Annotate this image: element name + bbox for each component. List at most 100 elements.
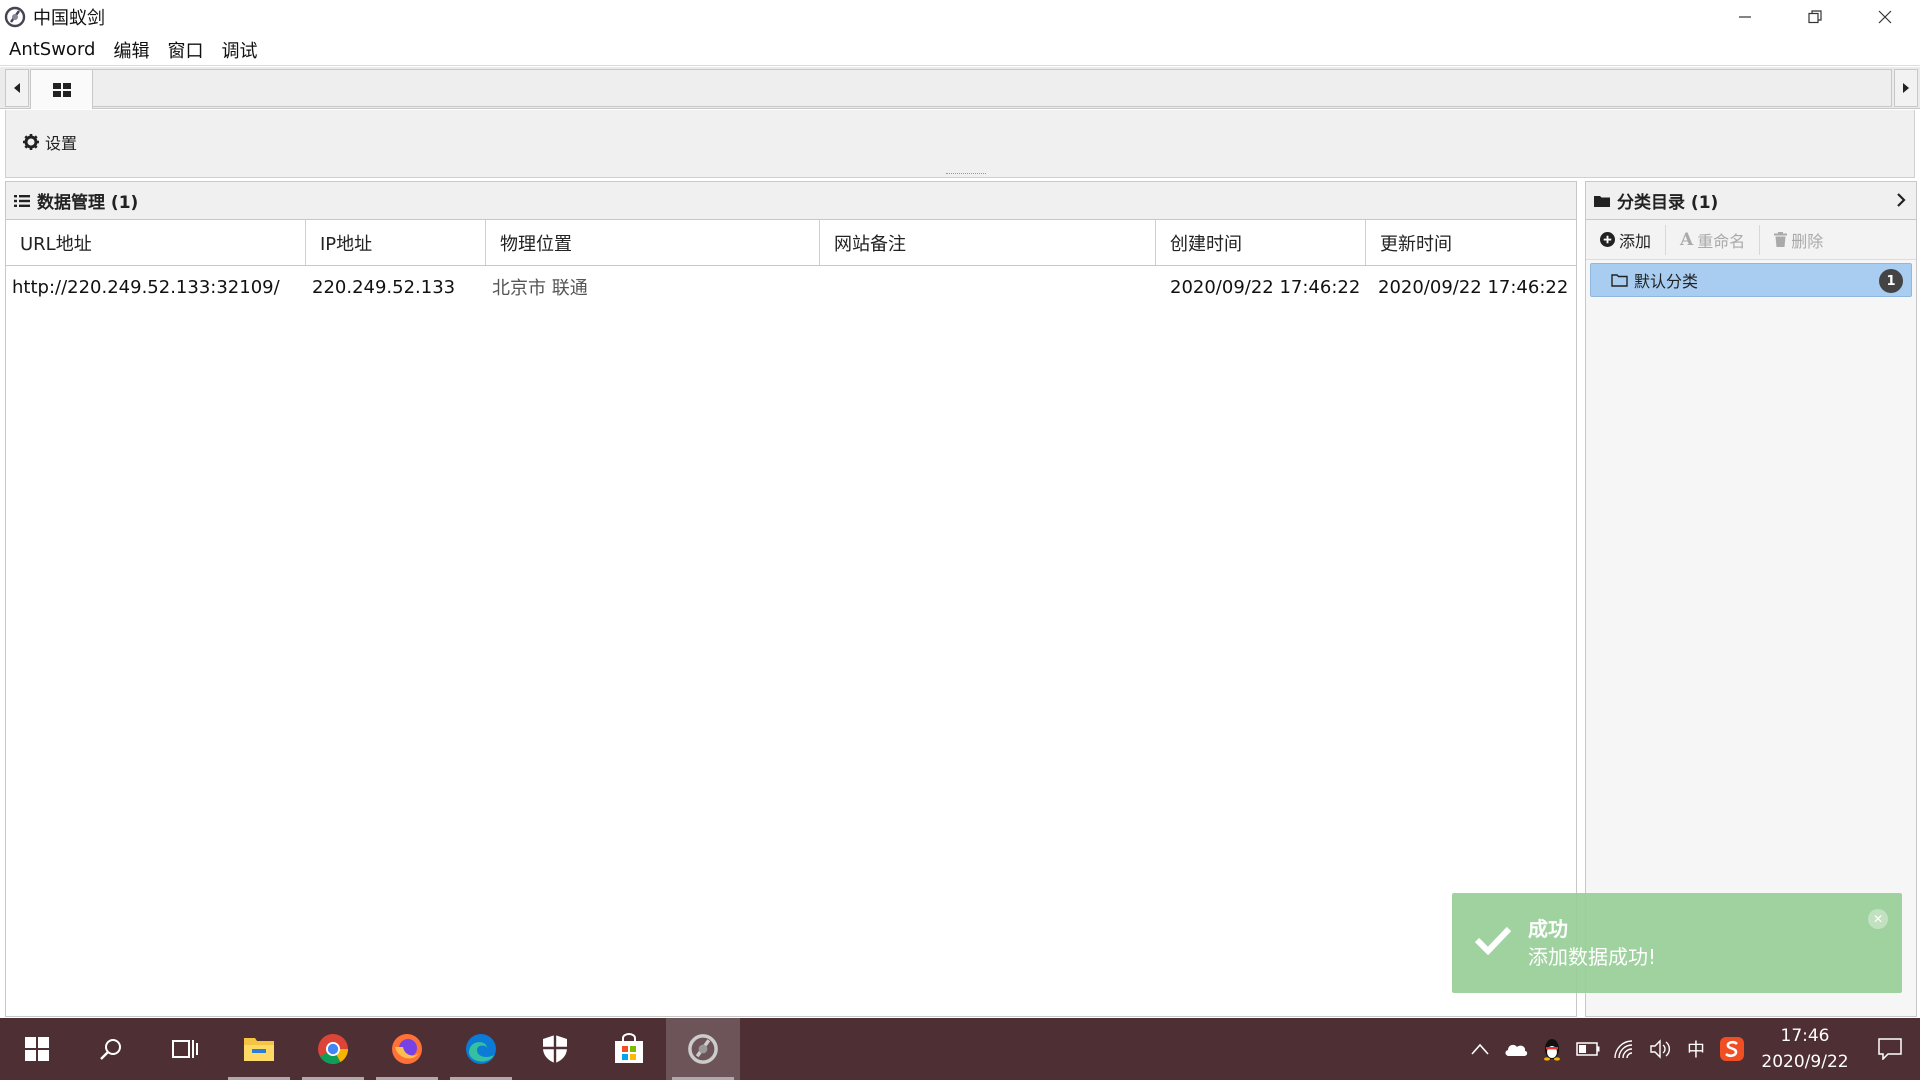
rename-category-label: 重命名	[1697, 231, 1746, 251]
window-controls	[1710, 0, 1920, 34]
check-icon	[1474, 926, 1512, 955]
list-icon	[14, 194, 30, 207]
taskbar-clock[interactable]: 17:46 2020/9/22	[1750, 1023, 1860, 1075]
tab-home[interactable]	[30, 69, 93, 109]
taskbar-security[interactable]	[518, 1018, 592, 1080]
category-toolbar: 添加 A 重命名 删除	[1586, 220, 1916, 260]
column-header-url[interactable]: URL地址	[6, 220, 306, 265]
action-center-button[interactable]	[1860, 1018, 1920, 1080]
cell-location: 北京市 联通	[492, 278, 588, 299]
taskbar-antsword[interactable]	[666, 1018, 740, 1080]
delete-category-button[interactable]: 删除	[1760, 225, 1837, 255]
tab-scroll-left-button[interactable]	[5, 69, 29, 107]
data-panel-header: 数据管理 (1)	[6, 182, 1576, 220]
antsword-logo-icon	[4, 6, 26, 28]
menu-edit[interactable]: 编辑	[104, 37, 158, 63]
plus-circle-icon	[1600, 232, 1615, 247]
toast-title: 成功	[1528, 917, 1568, 941]
minimize-icon	[1739, 16, 1751, 18]
task-view-button[interactable]	[148, 1018, 222, 1080]
notification-icon	[1878, 1038, 1902, 1060]
rename-category-button[interactable]: A 重命名	[1666, 224, 1761, 255]
font-icon: A	[1680, 229, 1694, 250]
column-header-created[interactable]: 创建时间	[1156, 220, 1366, 265]
window-title: 中国蚁剑	[33, 8, 105, 29]
category-panel: 分类目录 (1) 添加 A 重命名 删除 默认分类 1	[1585, 181, 1917, 1017]
folder-icon	[244, 1038, 274, 1061]
antsword-logo-icon	[688, 1034, 718, 1064]
add-category-label: 添加	[1619, 231, 1652, 251]
success-toast: 成功 添加数据成功! ✕	[1452, 893, 1902, 993]
title-bar: 中国蚁剑	[0, 0, 1920, 34]
menu-window[interactable]: 窗口	[158, 37, 212, 63]
category-item-label: 默认分类	[1634, 272, 1699, 291]
restore-icon	[1808, 10, 1822, 24]
tray-network[interactable]	[1606, 1018, 1642, 1080]
table-row[interactable]: http://220.249.52.133:32109/ 220.249.52.…	[6, 266, 1576, 308]
clock-date: 2020/9/22	[1761, 1052, 1849, 1072]
search-icon	[100, 1039, 121, 1060]
toast-close-button[interactable]: ✕	[1868, 909, 1888, 929]
tray-qq[interactable]	[1534, 1018, 1570, 1080]
menu-antsword[interactable]: AntSword	[0, 39, 104, 60]
cell-ip: 220.249.52.133	[312, 276, 456, 298]
wifi-icon	[1614, 1040, 1633, 1059]
taskbar-store[interactable]	[592, 1018, 666, 1080]
battery-icon	[1576, 1042, 1600, 1056]
tab-strip-empty-area	[93, 69, 1892, 107]
tab-scroll-right-button[interactable]	[1894, 69, 1918, 107]
taskbar-search-button[interactable]	[74, 1018, 148, 1080]
gear-icon	[23, 134, 39, 150]
minimize-button[interactable]	[1710, 0, 1780, 34]
taskbar-file-explorer[interactable]	[222, 1018, 296, 1080]
caret-left-icon	[14, 83, 20, 93]
shield-icon	[543, 1035, 567, 1063]
settings-label: 设置	[45, 134, 78, 153]
close-window-button[interactable]	[1850, 0, 1920, 34]
taskbar-edge[interactable]	[444, 1018, 518, 1080]
column-header-updated[interactable]: 更新时间	[1366, 220, 1576, 265]
settings-button[interactable]: 设置	[23, 130, 77, 154]
chevron-right-icon[interactable]	[1896, 193, 1906, 207]
menu-bar: AntSword 编辑 窗口 调试	[0, 34, 1920, 66]
cell-url: http://220.249.52.133:32109/	[12, 276, 280, 298]
clock-time: 17:46	[1780, 1026, 1830, 1046]
add-category-button[interactable]: 添加	[1586, 224, 1667, 255]
folder-icon	[1594, 195, 1610, 207]
chrome-icon	[318, 1034, 348, 1065]
category-item-default[interactable]: 默认分类 1	[1590, 263, 1912, 297]
chevron-up-icon	[1471, 1043, 1489, 1055]
resize-grip[interactable]	[946, 173, 986, 176]
taskbar: 中 17:46 2020/9/22	[0, 1018, 1920, 1080]
tray-sogou-ime[interactable]	[1714, 1018, 1750, 1080]
start-button[interactable]	[0, 1018, 74, 1080]
toast-message: 添加数据成功!	[1528, 945, 1657, 969]
trash-icon	[1774, 232, 1788, 247]
column-header-ip[interactable]: IP地址	[306, 220, 486, 265]
menu-debug[interactable]: 调试	[212, 37, 266, 63]
taskbar-firefox[interactable]	[370, 1018, 444, 1080]
category-panel-title: 分类目录 (1)	[1617, 193, 1719, 213]
cloud-icon	[1505, 1044, 1528, 1056]
tray-ime-indicator[interactable]: 中	[1678, 1018, 1714, 1080]
settings-toolbar: 设置	[5, 110, 1915, 178]
windows-logo-icon	[25, 1037, 49, 1061]
category-count-badge: 1	[1879, 269, 1903, 293]
tray-battery[interactable]	[1570, 1018, 1606, 1080]
speaker-icon	[1650, 1039, 1670, 1059]
edge-icon	[466, 1034, 496, 1064]
tray-show-hidden-button[interactable]	[1462, 1018, 1498, 1080]
store-icon	[615, 1033, 643, 1063]
caret-right-icon	[1903, 83, 1909, 93]
taskbar-chrome[interactable]	[296, 1018, 370, 1080]
tray-onedrive[interactable]	[1498, 1018, 1534, 1080]
restore-button[interactable]	[1780, 0, 1850, 34]
tray-volume[interactable]	[1642, 1018, 1678, 1080]
folder-open-icon	[1611, 274, 1628, 287]
cell-updated: 2020/09/22 17:46:22	[1378, 276, 1569, 298]
column-header-note[interactable]: 网站备注	[820, 220, 1156, 265]
table-header: URL地址 IP地址 物理位置 网站备注 创建时间 更新时间	[6, 220, 1576, 266]
system-tray: 中 17:46 2020/9/22	[1462, 1018, 1920, 1080]
column-header-location[interactable]: 物理位置	[486, 220, 820, 265]
close-icon	[1878, 10, 1892, 24]
